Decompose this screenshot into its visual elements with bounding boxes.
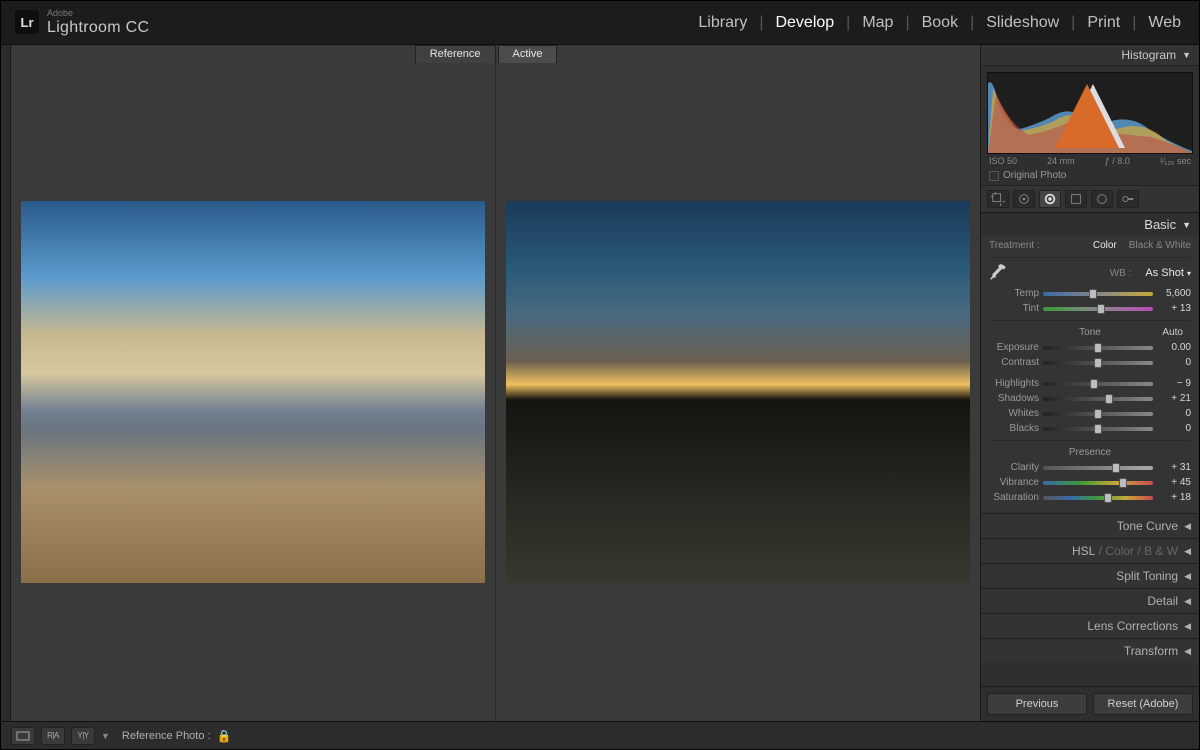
wb-row: WB : As Shot ▾ [989, 258, 1191, 286]
module-slideshow[interactable]: Slideshow [982, 14, 1063, 32]
module-print[interactable]: Print [1083, 14, 1124, 32]
reset-button[interactable]: Reset (Adobe) [1093, 693, 1193, 715]
module-picker: Library| Develop| Map| Book| Slideshow| … [694, 14, 1185, 32]
active-pane[interactable] [495, 63, 980, 721]
triangle-down-icon: ▼ [1182, 50, 1191, 60]
toolstrip [981, 186, 1199, 213]
saturation-slider[interactable]: Saturation+ 18 [989, 490, 1191, 505]
hsl-panel[interactable]: HSL / Color / B & W ◀ [981, 538, 1199, 563]
crop-tool[interactable] [987, 190, 1009, 208]
bottom-toolbar: R|A Y|Y ▼ Reference Photo : 🔒 [1, 721, 1199, 749]
lens-corrections-panel[interactable]: Lens Corrections◀ [981, 613, 1199, 638]
auto-tone-button[interactable]: Auto [1162, 327, 1183, 338]
meta-shutter: ¹⁄₁₂₅ sec [1160, 156, 1191, 166]
treatment-label: Treatment : [989, 240, 1040, 251]
module-map[interactable]: Map [858, 14, 897, 32]
basic-panel: Treatment : Color Black & White WB : As … [981, 236, 1199, 513]
treatment-bw[interactable]: Black & White [1129, 240, 1191, 251]
whites-slider[interactable]: Whites0 [989, 406, 1191, 421]
app-logo: Lr Adobe Lightroom CC [15, 9, 149, 36]
viewer: Reference Active [11, 45, 981, 721]
triangle-left-icon: ◀ [1184, 521, 1191, 532]
treatment-color[interactable]: Color [1093, 240, 1117, 251]
app-window: Lr Adobe Lightroom CC Library| Develop| … [0, 0, 1200, 750]
treatment-row: Treatment : Color Black & White [989, 236, 1191, 258]
grad-filter-tool[interactable] [1065, 190, 1087, 208]
brush-tool[interactable] [1117, 190, 1139, 208]
triangle-left-icon: ◀ [1184, 546, 1191, 557]
clarity-slider[interactable]: Clarity+ 31 [989, 460, 1191, 475]
highlight-clip-icon[interactable] [987, 76, 1189, 154]
radial-filter-tool[interactable] [1091, 190, 1113, 208]
meta-aperture: ƒ / 8.0 [1105, 156, 1130, 166]
histogram[interactable] [987, 72, 1193, 154]
left-rail-collapsed[interactable] [1, 45, 11, 721]
reference-photo-label: Reference Photo : [122, 730, 211, 742]
wb-dropdown[interactable]: As Shot ▾ [1145, 267, 1191, 279]
spot-tool[interactable] [1013, 190, 1035, 208]
meta-focal: 24 mm [1047, 156, 1075, 166]
original-photo-row[interactable]: Original Photo [981, 168, 1199, 186]
loupe-view-button[interactable] [11, 727, 35, 745]
wb-label: WB : [1110, 268, 1132, 279]
contrast-slider[interactable]: Contrast0 [989, 355, 1191, 370]
shadows-slider[interactable]: Shadows+ 21 [989, 391, 1191, 406]
basic-title: Basic [1144, 217, 1176, 232]
meta-iso: ISO 50 [989, 156, 1017, 166]
redeye-tool[interactable] [1039, 190, 1061, 208]
module-develop[interactable]: Develop [771, 14, 838, 32]
reference-tab[interactable]: Reference [415, 45, 496, 63]
vibrance-slider[interactable]: Vibrance+ 45 [989, 475, 1191, 490]
tone-curve-panel[interactable]: Tone Curve◀ [981, 513, 1199, 538]
module-web[interactable]: Web [1144, 14, 1185, 32]
reference-image [21, 201, 485, 584]
triangle-left-icon: ◀ [1184, 621, 1191, 632]
histogram-title: Histogram [1121, 48, 1176, 62]
module-book[interactable]: Book [918, 14, 962, 32]
topbar: Lr Adobe Lightroom CC Library| Develop| … [1, 1, 1199, 45]
checkbox-icon[interactable] [989, 171, 999, 181]
original-photo-label: Original Photo [1003, 170, 1066, 181]
triangle-left-icon: ◀ [1184, 646, 1191, 657]
detail-panel[interactable]: Detail◀ [981, 588, 1199, 613]
previous-button[interactable]: Previous [987, 693, 1087, 715]
compare-tabs: Reference Active [11, 45, 980, 63]
temp-slider[interactable]: Temp5,600 [989, 286, 1191, 301]
histogram-meta: ISO 50 24 mm ƒ / 8.0 ¹⁄₁₂₅ sec [981, 154, 1199, 168]
eyedropper-icon[interactable] [989, 264, 1007, 282]
reference-pane[interactable] [11, 63, 495, 721]
basic-header[interactable]: Basic ▼ [981, 213, 1199, 236]
transform-panel[interactable]: Transform◀ [981, 638, 1199, 663]
module-library[interactable]: Library [694, 14, 751, 32]
split-toning-panel[interactable]: Split Toning◀ [981, 563, 1199, 588]
right-bottom-buttons: Previous Reset (Adobe) [981, 686, 1199, 721]
highlights-slider[interactable]: Highlights− 9 [989, 376, 1191, 391]
active-tab[interactable]: Active [498, 45, 558, 63]
tone-group-head: ToneAuto [989, 320, 1191, 340]
brand-small: Adobe [47, 9, 149, 19]
exposure-slider[interactable]: Exposure0.00 [989, 340, 1191, 355]
body: Reference Active Histogram ▼ [1, 45, 1199, 721]
logo-mark-icon: Lr [15, 10, 39, 34]
triangle-left-icon: ◀ [1184, 571, 1191, 582]
canvas [11, 63, 980, 721]
chevron-down-icon[interactable]: ▼ [101, 731, 110, 741]
tint-slider[interactable]: Tint+ 13 [989, 301, 1191, 316]
lock-icon[interactable]: 🔒 [217, 729, 232, 743]
triangle-down-icon: ▼ [1182, 220, 1191, 230]
triangle-left-icon: ◀ [1184, 596, 1191, 607]
before-after-view-button[interactable]: Y|Y [71, 727, 95, 745]
ref-active-view-button[interactable]: R|A [41, 727, 65, 745]
presence-group-head: Presence [989, 440, 1191, 460]
blacks-slider[interactable]: Blacks0 [989, 421, 1191, 436]
active-image [506, 201, 970, 584]
brand-name: Lightroom CC [47, 19, 149, 37]
histogram-header[interactable]: Histogram ▼ [981, 45, 1199, 66]
right-panel: Histogram ▼ ISO 50 24 mm ƒ / 8.0 ¹⁄₁₂₅ s… [981, 45, 1199, 721]
